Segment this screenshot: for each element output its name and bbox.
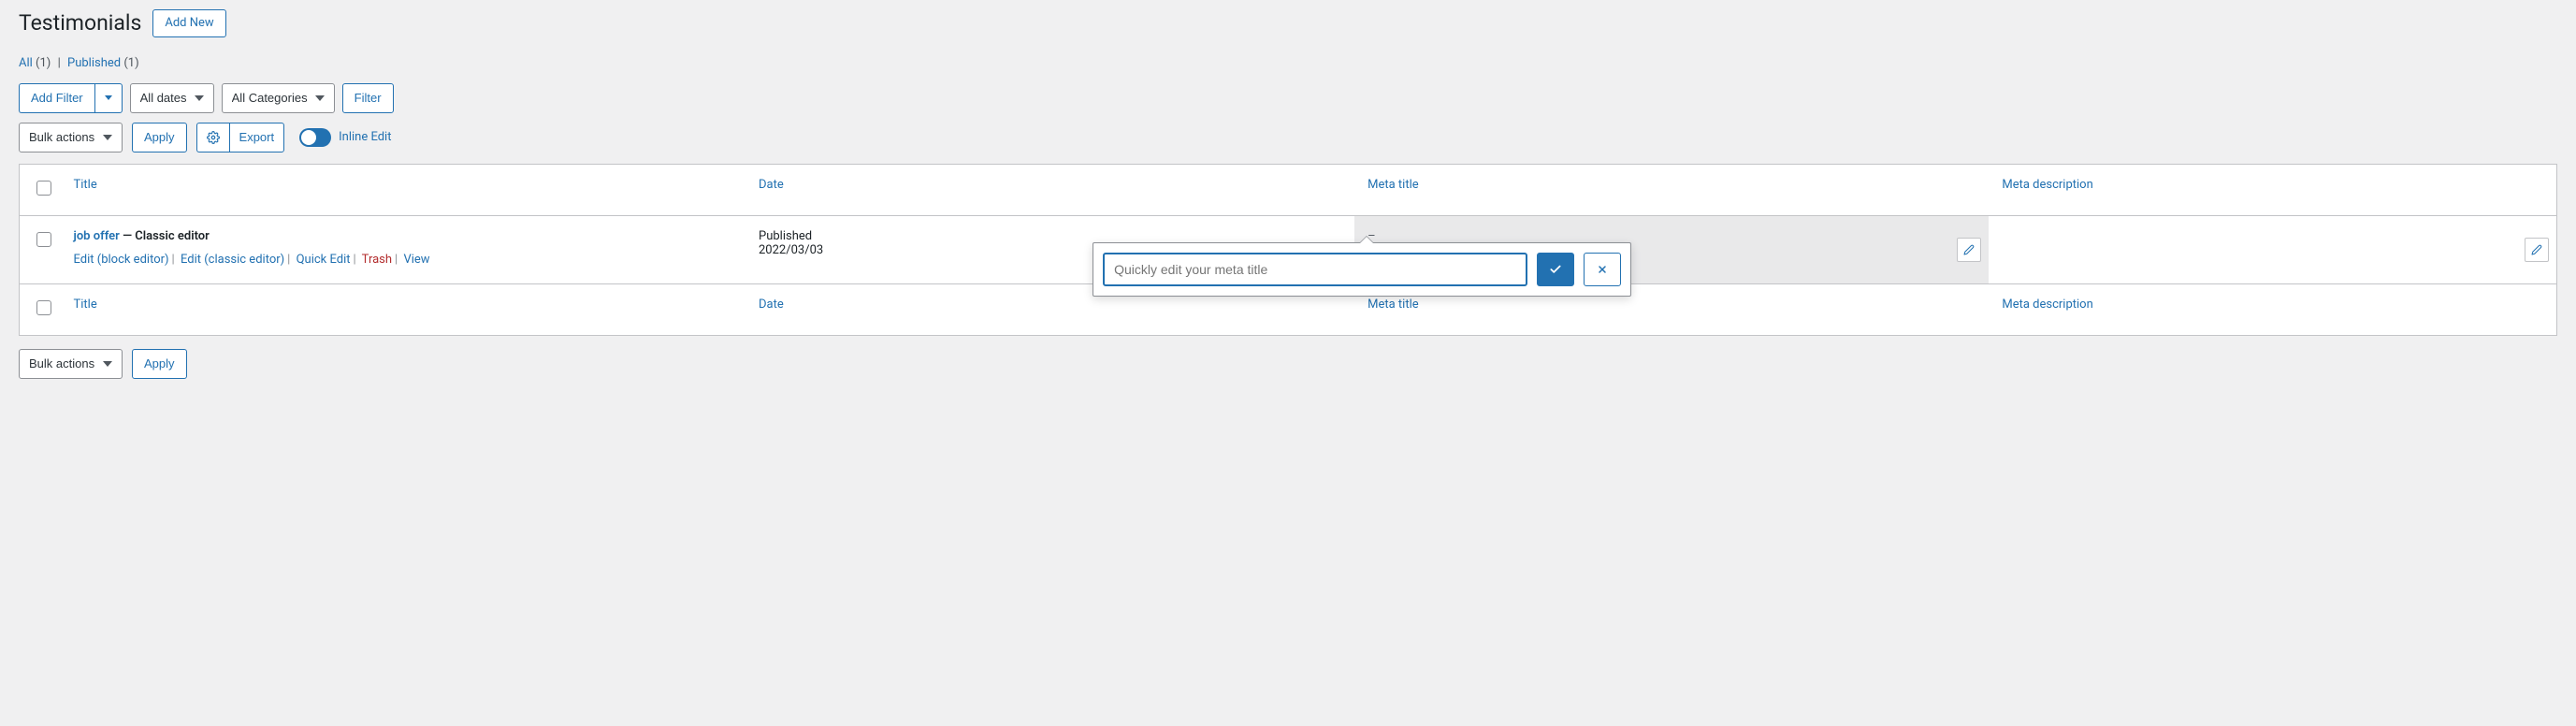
row-title-cell: job offer — Classic editor Edit (block e…	[61, 215, 746, 283]
action-row: Bulk actions Apply Export Inline Edit	[19, 123, 2557, 152]
add-filter-group: Add Filter	[19, 83, 123, 113]
bottom-actions: Bulk actions Apply	[19, 349, 2557, 379]
categories-select[interactable]: All Categories	[222, 83, 335, 113]
meta-title-input[interactable]	[1103, 253, 1527, 286]
row-check-cell	[20, 215, 61, 283]
export-settings-button[interactable]	[196, 123, 229, 152]
close-icon	[1597, 264, 1608, 275]
status-published-link[interactable]: Published	[67, 56, 121, 70]
gear-icon	[207, 131, 220, 144]
edit-meta-description-button[interactable]	[2525, 238, 2549, 262]
dates-select[interactable]: All dates	[130, 83, 214, 113]
filter-row: Add Filter All dates All Categories Filt…	[19, 83, 2557, 113]
toggle-knob	[301, 130, 316, 145]
column-meta-title-footer[interactable]: Meta title	[1368, 298, 1419, 312]
export-group: Export	[196, 123, 285, 152]
row-checkbox[interactable]	[36, 232, 51, 247]
filter-button[interactable]: Filter	[342, 83, 394, 113]
column-meta-description[interactable]: Meta description	[2002, 178, 2092, 192]
apply-button-bottom[interactable]: Apply	[132, 349, 187, 379]
edit-block-link[interactable]: Edit (block editor)	[74, 253, 169, 267]
column-meta-description-footer[interactable]: Meta description	[2002, 298, 2092, 312]
add-filter-dropdown-button[interactable]	[94, 83, 123, 113]
edit-meta-title-button[interactable]	[1957, 238, 1981, 262]
bulk-actions-select-top[interactable]: Bulk actions	[19, 123, 123, 152]
row-meta-description-cell	[1989, 215, 2556, 283]
post-title-suffix: — Classic editor	[120, 229, 210, 243]
apply-button-top[interactable]: Apply	[132, 123, 187, 152]
table-header-row: Title Date Meta title Meta description	[20, 164, 2557, 215]
column-title-footer[interactable]: Title	[74, 298, 97, 312]
popover-cancel-button[interactable]	[1584, 253, 1621, 286]
add-new-button[interactable]: Add New	[152, 9, 225, 37]
select-all-checkbox-top[interactable]	[36, 181, 51, 196]
page-header: Testimonials Add New	[19, 9, 2557, 37]
pencil-icon	[1963, 243, 1975, 256]
quick-edit-link[interactable]: Quick Edit	[297, 253, 351, 267]
post-title-link[interactable]: job offer	[74, 229, 120, 243]
check-icon	[1549, 263, 1562, 276]
inline-edit-label: Inline Edit	[339, 130, 391, 144]
pencil-icon	[2531, 243, 2542, 256]
row-meta-title-cell: –	[1354, 215, 1989, 283]
edit-classic-link[interactable]: Edit (classic editor)	[181, 253, 284, 267]
page-title: Testimonials	[19, 10, 141, 36]
inline-edit-toggle[interactable]	[299, 128, 331, 147]
popover-confirm-button[interactable]	[1537, 253, 1574, 286]
inline-edit-popover	[1093, 242, 1631, 297]
row-actions: Edit (block editor)| Edit (classic edito…	[74, 249, 733, 270]
status-published-count: (1)	[123, 56, 138, 70]
status-all-count: (1)	[36, 56, 51, 70]
column-date-footer[interactable]: Date	[759, 298, 784, 312]
table-row: job offer — Classic editor Edit (block e…	[20, 215, 2557, 283]
bulk-actions-select-bottom[interactable]: Bulk actions	[19, 349, 123, 379]
select-all-header	[20, 164, 61, 215]
caret-down-icon	[105, 95, 112, 100]
posts-table: Title Date Meta title Meta description j…	[19, 164, 2557, 336]
view-link[interactable]: View	[403, 253, 429, 267]
post-status: Published	[759, 229, 1341, 243]
status-filter-links: All (1) | Published (1)	[19, 56, 2557, 70]
select-all-footer-cell	[20, 283, 61, 335]
status-all-link[interactable]: All	[19, 56, 33, 70]
add-filter-button[interactable]: Add Filter	[19, 83, 94, 113]
inline-edit-toggle-wrap: Inline Edit	[299, 128, 391, 147]
column-title[interactable]: Title	[74, 178, 97, 192]
select-all-checkbox-bottom[interactable]	[36, 300, 51, 315]
column-date[interactable]: Date	[759, 178, 784, 192]
column-meta-title[interactable]: Meta title	[1368, 178, 1419, 192]
trash-link[interactable]: Trash	[362, 253, 392, 267]
export-button[interactable]: Export	[229, 123, 285, 152]
